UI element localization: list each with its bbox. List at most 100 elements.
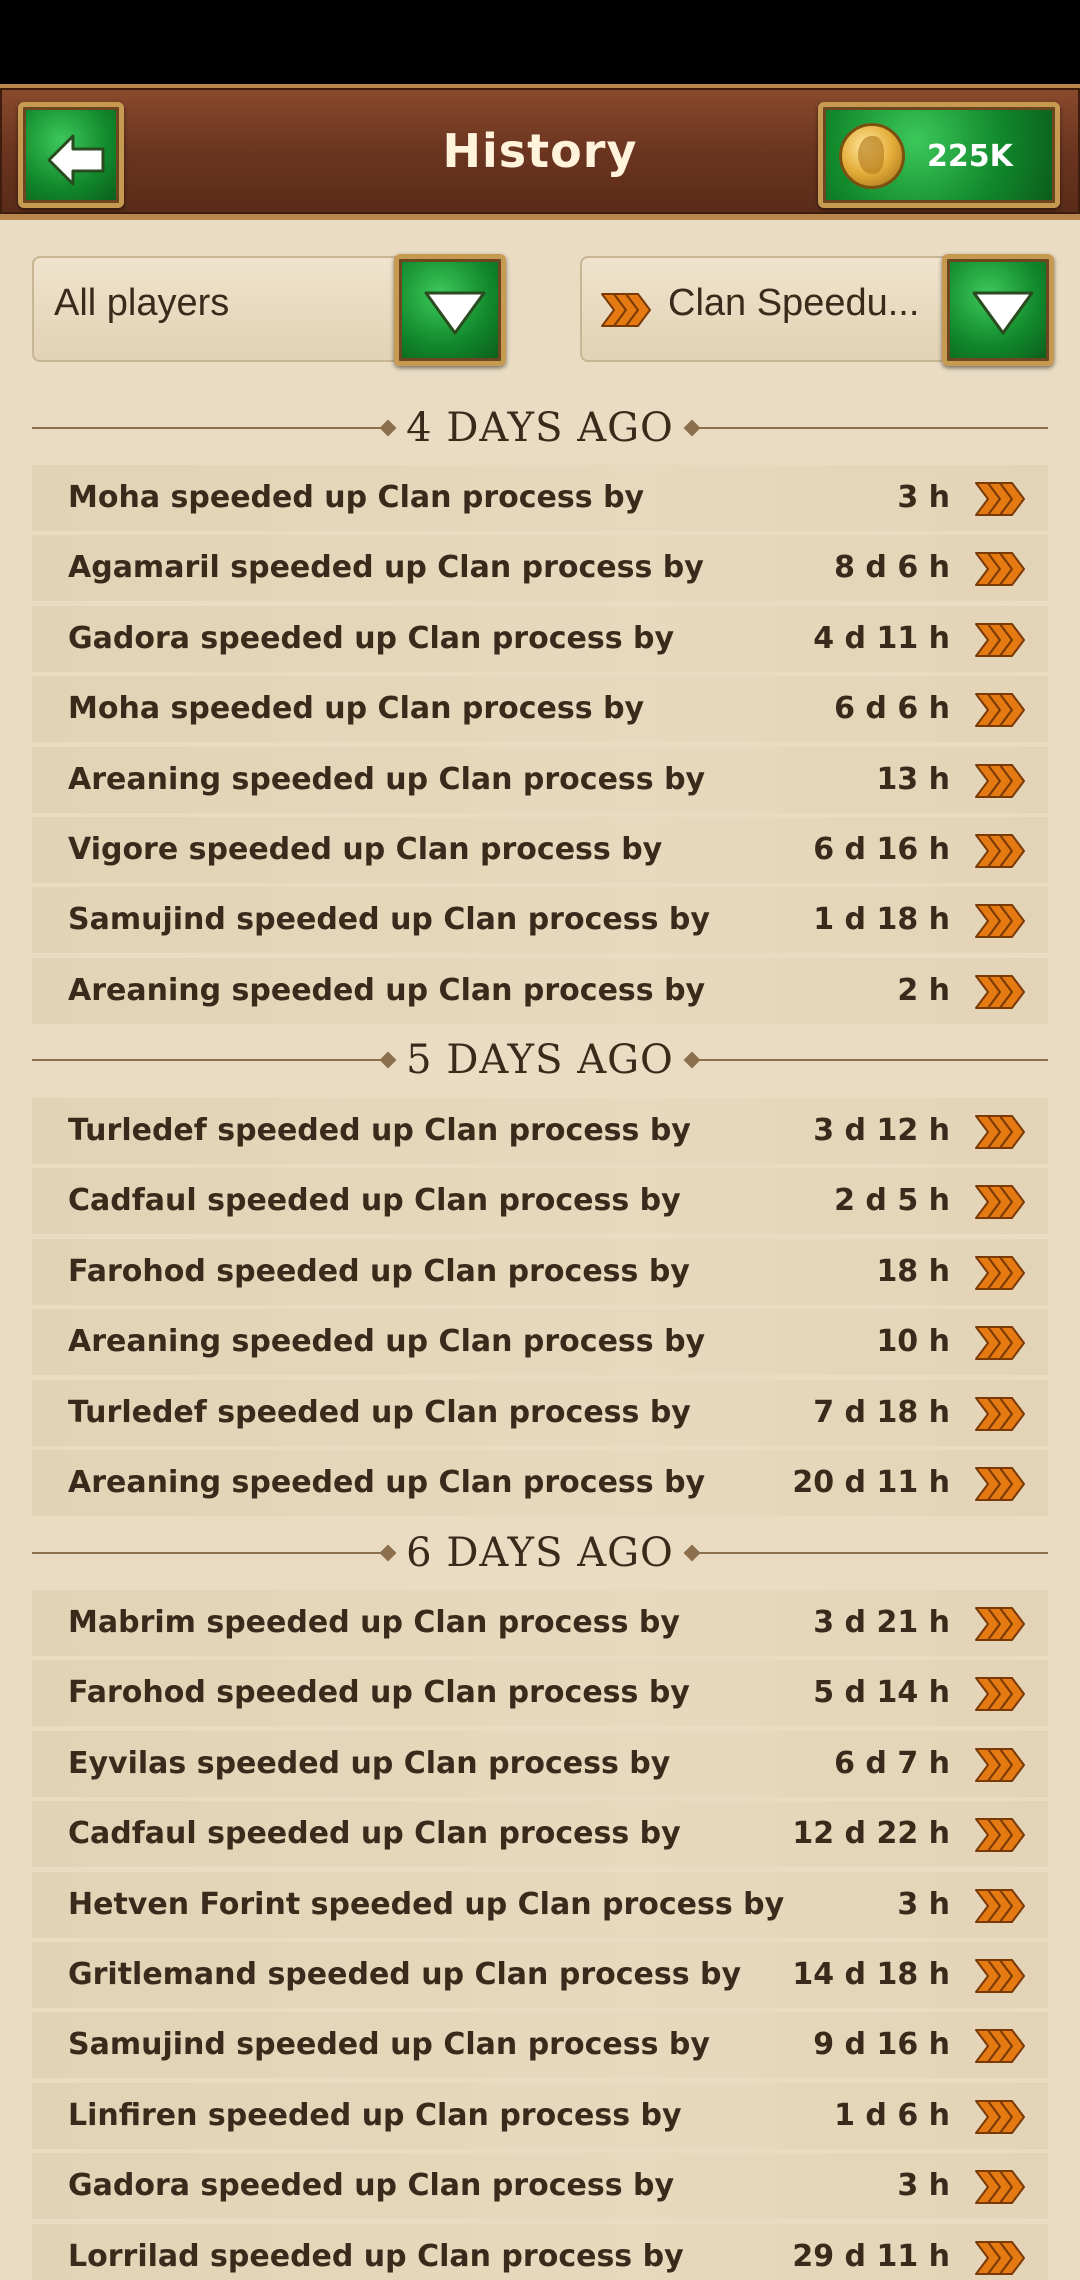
history-row-duration: 10 h xyxy=(876,1324,950,1359)
history-row-text: Gadora speeded up Clan process by xyxy=(68,621,675,656)
history-row-duration: 18 h xyxy=(876,1254,950,1289)
history-row-duration: 7 d 18 h xyxy=(813,1395,950,1430)
speedup-chevrons-icon xyxy=(975,1677,1025,1711)
history-row-duration: 3 h xyxy=(897,480,950,515)
speedup-chevrons-icon xyxy=(975,2100,1025,2134)
speedup-chevrons-icon xyxy=(975,904,1025,938)
history-row[interactable]: Samujind speeded up Clan process by 1 d 1… xyxy=(32,887,1048,953)
history-row-duration: 29 d 11 h xyxy=(792,2239,950,2274)
history-row-text: Moha speeded up Clan process by xyxy=(68,480,645,515)
gold-coin-icon xyxy=(839,123,905,189)
speedup-chevrons-icon xyxy=(975,552,1025,586)
history-row-text: Farohod speeded up Clan process by xyxy=(68,1675,690,1710)
history-row-duration: 3 h xyxy=(897,2168,950,2203)
header-bar: History 225K xyxy=(0,84,1080,220)
history-row[interactable]: Cadfaul speeded up Clan process by 2 d 5 … xyxy=(32,1168,1048,1234)
history-row-duration: 3 d 12 h xyxy=(813,1113,950,1148)
type-filter-label: Clan Speedu... xyxy=(668,282,920,324)
history-row[interactable]: Areaning speeded up Clan process by 2 h xyxy=(32,958,1048,1024)
history-row[interactable]: Gadora speeded up Clan process by 3 h xyxy=(32,2153,1048,2219)
history-row-text: Areaning speeded up Clan process by xyxy=(68,973,706,1008)
type-dropdown-button[interactable] xyxy=(942,254,1054,366)
type-filter-dropdown[interactable]: Clan Speedu... xyxy=(580,254,1054,366)
speedup-chevrons-icon xyxy=(975,834,1025,868)
coin-balance-button[interactable]: 225K xyxy=(818,102,1060,208)
speedup-chevrons-icon xyxy=(975,1607,1025,1641)
speedup-chevrons-icon xyxy=(975,1256,1025,1290)
speedup-chevrons-icon xyxy=(975,764,1025,798)
section-divider: 5 DAYS AGO xyxy=(32,1035,1048,1085)
history-row-duration: 6 d 7 h xyxy=(834,1746,950,1781)
speedup-chevrons-icon xyxy=(975,2241,1025,2275)
history-row-duration: 1 d 6 h xyxy=(834,2098,950,2133)
history-row-duration: 2 h xyxy=(897,973,950,1008)
history-row[interactable]: Turledef speeded up Clan process by 3 d 1… xyxy=(32,1098,1048,1164)
history-row-text: Samujind speeded up Clan process by xyxy=(68,902,710,937)
history-row-duration: 6 d 6 h xyxy=(834,691,950,726)
history-row-text: Areaning speeded up Clan process by xyxy=(68,1465,706,1500)
history-row-text: Gadora speeded up Clan process by xyxy=(68,2168,675,2203)
history-row-text: Eyvilas speeded up Clan process by xyxy=(68,1746,671,1781)
history-row[interactable]: Agamaril speeded up Clan process by 8 d 6… xyxy=(32,535,1048,601)
history-row[interactable]: Gritlemand speeded up Clan process by 14 … xyxy=(32,1942,1048,2008)
history-row-duration: 1 d 18 h xyxy=(813,902,950,937)
speedup-chevrons-icon xyxy=(975,1397,1025,1431)
history-row[interactable]: Mabrim speeded up Clan process by 3 d 21 … xyxy=(32,1590,1048,1656)
speedup-chevrons-icon xyxy=(975,623,1025,657)
history-row-duration: 3 h xyxy=(897,1887,950,1922)
status-bar xyxy=(0,0,1080,84)
history-row[interactable]: Moha speeded up Clan process by 6 d 6 h xyxy=(32,676,1048,742)
history-row-text: Vigore speeded up Clan process by xyxy=(68,832,663,867)
history-row[interactable]: Moha speeded up Clan process by 3 h xyxy=(32,465,1048,531)
history-row-text: Linfiren speeded up Clan process by xyxy=(68,2098,682,2133)
speedup-chevrons-icon xyxy=(975,693,1025,727)
history-row[interactable]: Farohod speeded up Clan process by 18 h xyxy=(32,1239,1048,1305)
history-row[interactable]: Cadfaul speeded up Clan process by 12 d 2… xyxy=(32,1801,1048,1867)
speedup-chevrons-icon xyxy=(975,1818,1025,1852)
history-row[interactable]: Linfiren speeded up Clan process by 1 d 6… xyxy=(32,2083,1048,2149)
history-row[interactable]: Hetven Forint speeded up Clan process by… xyxy=(32,1872,1048,1938)
history-row[interactable]: Farohod speeded up Clan process by 5 d 14… xyxy=(32,1660,1048,1726)
speedup-chevrons-icon xyxy=(975,1115,1025,1149)
speedup-chevrons-icon xyxy=(975,1326,1025,1360)
players-dropdown-button[interactable] xyxy=(394,254,506,366)
history-row-text: Mabrim speeded up Clan process by xyxy=(68,1605,680,1640)
history-row-text: Hetven Forint speeded up Clan process by xyxy=(68,1887,785,1922)
speedup-chevrons-icon xyxy=(975,2029,1025,2063)
history-row-duration: 12 d 22 h xyxy=(792,1816,950,1851)
players-filter-dropdown[interactable]: All players xyxy=(32,254,506,366)
history-row[interactable]: Eyvilas speeded up Clan process by 6 d 7 … xyxy=(32,1731,1048,1797)
history-row[interactable]: Areaning speeded up Clan process by 13 h xyxy=(32,747,1048,813)
history-row-text: Lorrilad speeded up Clan process by xyxy=(68,2239,684,2274)
speedup-chevrons-icon xyxy=(975,1748,1025,1782)
speedup-chevrons-icon xyxy=(975,975,1025,1009)
history-row-duration: 20 d 11 h xyxy=(792,1465,950,1500)
history-row-text: Cadfaul speeded up Clan process by xyxy=(68,1816,681,1851)
history-row[interactable]: Areaning speeded up Clan process by 10 h xyxy=(32,1309,1048,1375)
section-divider: 6 DAYS AGO xyxy=(32,1528,1048,1578)
speedup-chevrons-icon xyxy=(975,1959,1025,1993)
history-row[interactable]: Areaning speeded up Clan process by 20 d … xyxy=(32,1450,1048,1516)
speedup-chevrons-icon xyxy=(975,1467,1025,1501)
history-row-text: Moha speeded up Clan process by xyxy=(68,691,645,726)
history-row[interactable]: Turledef speeded up Clan process by 7 d 1… xyxy=(32,1380,1048,1446)
triangle-down-icon xyxy=(972,291,1034,335)
speedup-chevrons-icon xyxy=(975,1889,1025,1923)
history-row[interactable]: Samujind speeded up Clan process by 9 d 1… xyxy=(32,2012,1048,2078)
triangle-down-icon xyxy=(424,291,486,335)
divider-line xyxy=(698,1552,1048,1554)
speedup-chevrons-icon xyxy=(975,1185,1025,1219)
history-row-duration: 14 d 18 h xyxy=(792,1957,950,1992)
history-row-duration: 9 d 16 h xyxy=(813,2027,950,2062)
players-filter-label: All players xyxy=(54,282,230,324)
speedup-chevrons-icon xyxy=(975,482,1025,516)
history-row-text: Areaning speeded up Clan process by xyxy=(68,762,706,797)
history-row[interactable]: Vigore speeded up Clan process by 6 d 16 … xyxy=(32,817,1048,883)
divider-line xyxy=(698,1059,1048,1061)
history-row-text: Turledef speeded up Clan process by xyxy=(68,1113,691,1148)
history-row[interactable]: Lorrilad speeded up Clan process by 29 d … xyxy=(32,2224,1048,2280)
history-row[interactable]: Gadora speeded up Clan process by 4 d 11 … xyxy=(32,606,1048,672)
section-divider: 4 DAYS AGO xyxy=(32,403,1048,453)
history-row-text: Cadfaul speeded up Clan process by xyxy=(68,1183,681,1218)
history-row-duration: 2 d 5 h xyxy=(834,1183,950,1218)
